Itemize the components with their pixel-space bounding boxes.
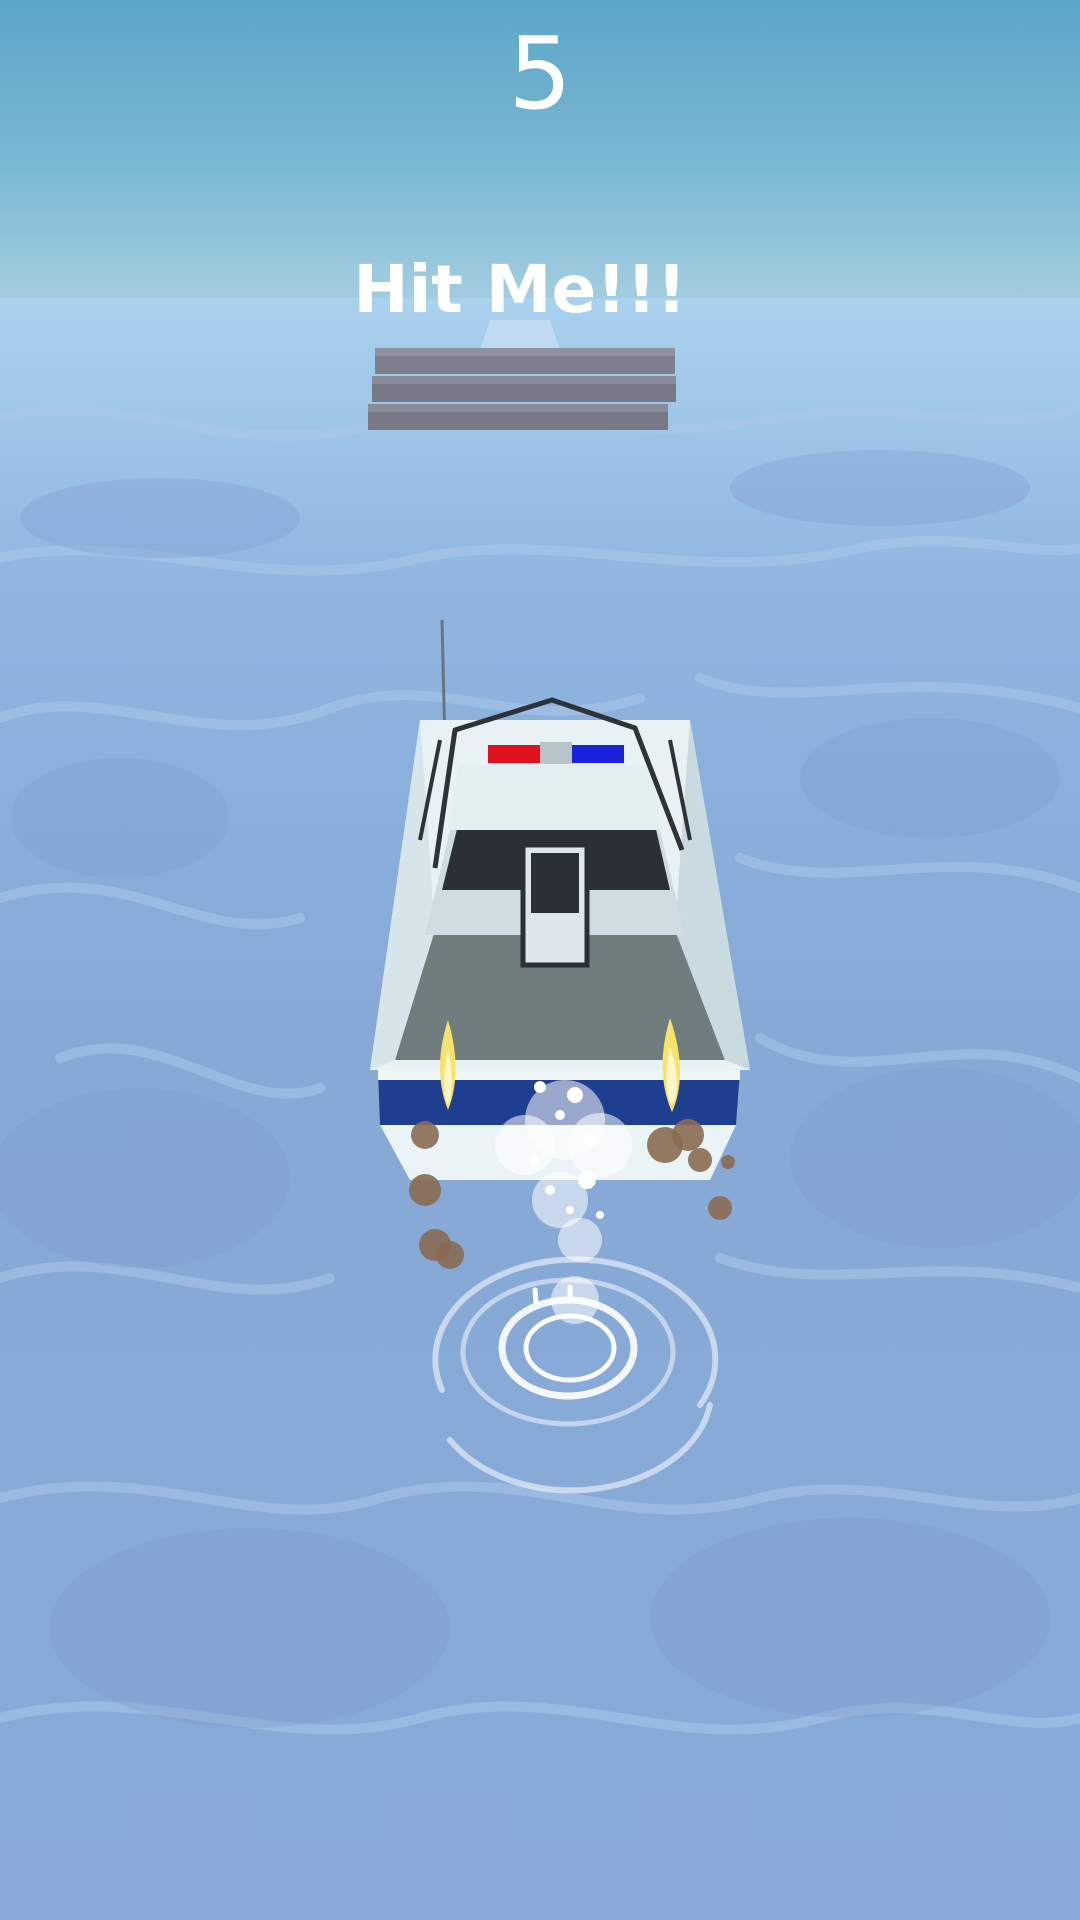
score-counter: 5 xyxy=(508,15,572,132)
light-bar-red xyxy=(488,745,540,763)
light-bar-blue xyxy=(572,745,624,763)
light-bar-white xyxy=(540,742,572,764)
target-crate xyxy=(368,320,676,430)
game-scene[interactable]: 5 Hit Me!!! xyxy=(0,0,1080,1920)
police-boat xyxy=(370,619,750,1494)
